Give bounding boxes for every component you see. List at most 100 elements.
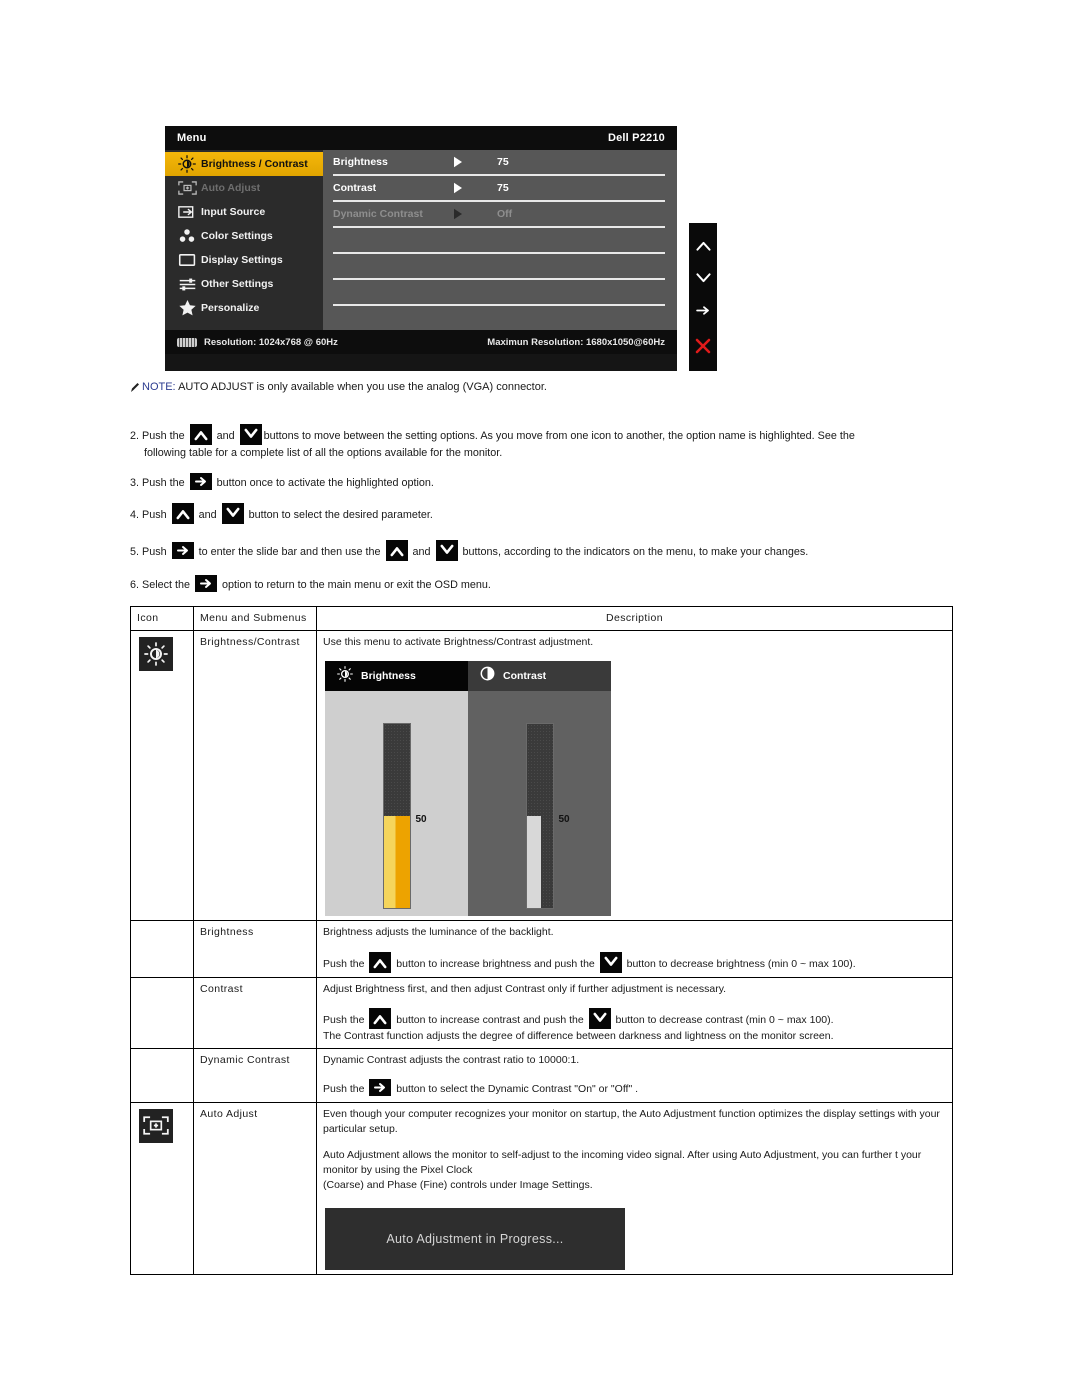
row-desc-text: button to decrease brightness (min 0 ~ m… xyxy=(623,957,856,970)
down-arrow-icon xyxy=(221,503,244,525)
slider-fill xyxy=(383,816,410,909)
header-description: Description xyxy=(316,605,953,632)
row-desc-text: button to increase brightness and push t… xyxy=(393,957,598,970)
row-icon-cell xyxy=(130,976,194,1050)
osd-body: Brightness / Contrast Auto Adjust Input … xyxy=(165,150,677,330)
sidebar-item-other-settings[interactable]: Other Settings xyxy=(165,272,323,296)
current-resolution: Resolution: 1024x768 @ 60Hz xyxy=(204,336,338,348)
brightness-icon xyxy=(139,637,173,672)
osd-option-row[interactable]: Dynamic Contrast Off xyxy=(333,202,665,226)
row-menu-label: Dynamic Contrast xyxy=(193,1048,317,1103)
up-arrow-icon xyxy=(385,540,408,562)
osd-model-label: Dell P2210 xyxy=(607,132,665,144)
right-arrow-icon xyxy=(453,208,497,220)
note-text: AUTO ADJUST is only available when you u… xyxy=(175,381,547,393)
step-5-text-c: and xyxy=(409,546,434,559)
header-icon: Icon xyxy=(130,605,194,632)
osd-preview: Menu Dell P2210 Brightness / Contrast Au… xyxy=(165,126,717,371)
auto-adjust-icon xyxy=(139,1108,173,1143)
row-menu-label: Brightness/Contrast xyxy=(193,630,317,922)
slider-fill xyxy=(526,816,541,909)
step-6: 6. Select the option to return to the ma… xyxy=(130,575,960,593)
note-prefix: NOTE: xyxy=(142,381,176,393)
osd-empty-row xyxy=(333,228,665,252)
row-icon-cell xyxy=(130,920,194,978)
row-icon-cell xyxy=(130,1101,194,1275)
row-desc-text: Dynamic Contrast adjusts the contrast ra… xyxy=(323,1054,580,1067)
step-2: 2. Push the and buttons to move between … xyxy=(130,424,960,461)
close-x-icon[interactable] xyxy=(695,338,711,354)
brightness-slider[interactable]: 50 xyxy=(382,723,427,910)
osd-window: Menu Dell P2210 Brightness / Contrast Au… xyxy=(165,126,677,371)
osd-empty-row xyxy=(333,306,665,330)
up-arrow-icon[interactable] xyxy=(695,240,711,251)
brightness-icon xyxy=(173,154,201,174)
auto-adjust-icon xyxy=(173,178,201,198)
osd-titlebar: Menu Dell P2210 xyxy=(165,126,677,150)
step-2-text-b: and xyxy=(213,430,238,442)
brightness-slider-value: 50 xyxy=(415,813,427,825)
sidebar-item-color-settings[interactable]: Color Settings xyxy=(165,224,323,248)
down-arrow-icon[interactable] xyxy=(695,272,711,284)
step-5-text-b: to enter the slide bar and then use the xyxy=(195,546,384,559)
down-arrow-icon xyxy=(588,1007,611,1029)
option-name: Contrast xyxy=(333,182,377,194)
step-4: 4. Push and button to select the desired… xyxy=(130,503,960,525)
max-resolution: Maximun Resolution: 1680x1050@60Hz xyxy=(487,336,665,348)
step-5: 5. Push to enter the slide bar and then … xyxy=(130,540,960,562)
up-arrow-icon xyxy=(369,951,392,973)
step-5-text-d: buttons, according to the indicators on … xyxy=(459,546,809,559)
osd-menu-label: Menu xyxy=(177,132,207,144)
row-desc-text: Even though your computer recognizes you… xyxy=(323,1107,940,1135)
other-settings-icon xyxy=(173,274,201,294)
step-4-text-a: 4. Push xyxy=(130,509,170,522)
option-value: 75 xyxy=(497,156,509,168)
sidebar-item-brightness-contrast[interactable]: Brightness / Contrast xyxy=(165,152,323,176)
step-4-text-c: button to select the desired parameter. xyxy=(245,509,433,522)
option-value: Off xyxy=(497,208,513,220)
sidebar-item-personalize[interactable]: Personalize xyxy=(165,296,323,320)
row-desc-text: (Coarse) and Phase (Fine) controls under… xyxy=(323,1179,593,1192)
osd-empty-row xyxy=(333,280,665,304)
note-line: NOTE: AUTO ADJUST is only available when… xyxy=(130,381,547,393)
step-4-text-b: and xyxy=(195,509,220,522)
step-2-text-a: 2. Push the xyxy=(130,430,188,442)
header-menu: Menu and Submenus xyxy=(193,605,317,632)
option-name: Brightness xyxy=(333,156,388,168)
sidebar-item-display-settings[interactable]: Display Settings xyxy=(165,248,323,272)
table-row-dynamic-contrast: Dynamic Contrast Dynamic Contrast adjust… xyxy=(130,1048,953,1103)
osd-footer: Resolution: 1024x768 @ 60Hz Maximun Reso… xyxy=(165,330,677,354)
contrast-demo-header: Contrast xyxy=(468,661,611,692)
contrast-slider[interactable]: 50 xyxy=(525,723,570,910)
osd-option-row[interactable]: Contrast 75 xyxy=(333,176,665,200)
right-arrow-icon xyxy=(189,473,212,491)
option-name: Dynamic Contrast xyxy=(333,208,423,220)
row-desc-text: Push the xyxy=(323,957,368,970)
row-desc-text: Auto Adjustment allows the monitor to se… xyxy=(323,1148,922,1177)
right-arrow-icon[interactable] xyxy=(695,305,711,316)
auto-adjust-progress-text: Auto Adjustment in Progress... xyxy=(386,1231,564,1246)
osd-sidebar: Brightness / Contrast Auto Adjust Input … xyxy=(165,150,323,330)
note-pencil-icon xyxy=(130,382,140,393)
sidebar-label: Auto Adjust xyxy=(201,182,261,194)
osd-button-column xyxy=(689,223,717,371)
sidebar-item-auto-adjust[interactable]: Auto Adjust xyxy=(165,176,323,200)
sidebar-item-input-source[interactable]: Input Source xyxy=(165,200,323,224)
table-row-contrast: Contrast Adjust Brightness first, and th… xyxy=(130,976,953,1050)
step-2-text-c: buttons to move between the setting opti… xyxy=(263,430,855,442)
osd-option-panel: Brightness 75 Contrast 75 Dynamic Contra… xyxy=(323,150,677,330)
option-value: 75 xyxy=(497,182,509,194)
up-arrow-icon xyxy=(171,503,194,525)
row-menu-label: Brightness xyxy=(193,920,317,978)
contrast-icon xyxy=(480,666,495,686)
sidebar-label: Brightness / Contrast xyxy=(201,158,308,170)
row-menu-label: Contrast xyxy=(193,976,317,1050)
up-arrow-icon xyxy=(369,1007,392,1029)
osd-option-row[interactable]: Brightness 75 xyxy=(333,150,665,174)
osd-options-table: Icon Menu and Submenus Description Brigh… xyxy=(130,605,953,1275)
table-row-brightness-contrast: Brightness/Contrast Use this menu to act… xyxy=(130,630,953,922)
sidebar-label: Input Source xyxy=(201,206,266,218)
up-arrow-icon xyxy=(189,424,212,445)
right-arrow-icon xyxy=(453,182,497,194)
step-6-text-a: 6. Select the xyxy=(130,579,194,592)
